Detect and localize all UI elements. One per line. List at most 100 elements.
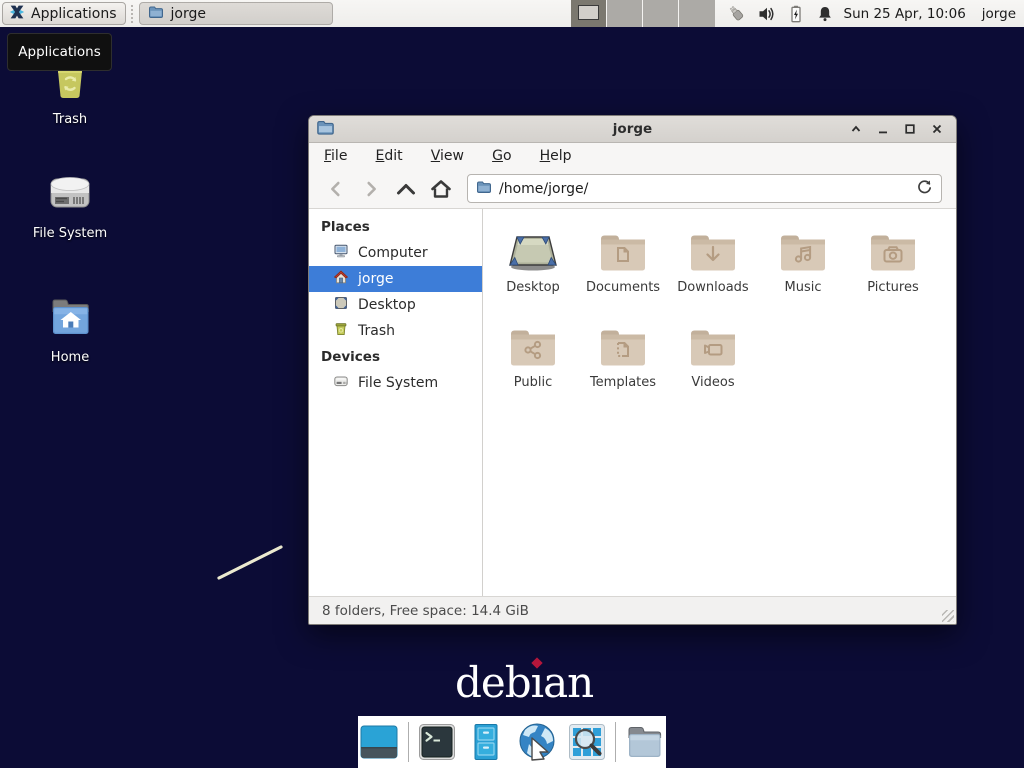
clock[interactable]: Sun 25 Apr, 10:06	[844, 6, 966, 22]
folder-downloads-icon	[689, 223, 737, 273]
file-item-templates[interactable]: Templates	[578, 314, 668, 409]
file-manager-window: jorge File Edit View Go Help	[308, 115, 957, 625]
file-item-public[interactable]: Public	[488, 314, 578, 409]
statusbar: 8 folders, Free space: 14.4 GiB	[309, 596, 956, 624]
plug-device-icon[interactable]	[727, 4, 747, 24]
file-item-videos[interactable]: Videos	[668, 314, 758, 409]
toolbar: /home/jorge/	[309, 169, 956, 209]
file-cabinet-icon	[466, 722, 506, 762]
menu-edit[interactable]: Edit	[376, 143, 403, 169]
file-label: Documents	[586, 280, 660, 295]
statusbar-text: 8 folders, Free space: 14.4 GiB	[322, 603, 529, 619]
applications-menu-button[interactable]: Applications	[2, 2, 126, 25]
app-finder-icon	[567, 722, 607, 762]
sidebar-header-devices: Devices	[309, 344, 482, 370]
home-folder-icon	[46, 296, 94, 344]
window-controls	[849, 122, 944, 136]
battery-charging-icon[interactable]	[787, 5, 805, 23]
web-browser-launcher[interactable]	[515, 720, 559, 764]
sidebar: Places Computer	[309, 209, 483, 596]
forward-button[interactable]	[358, 176, 384, 202]
file-label: Music	[785, 280, 822, 295]
file-label: Downloads	[677, 280, 748, 295]
menu-go[interactable]: Go	[492, 143, 511, 169]
sidebar-header-places: Places	[309, 214, 482, 240]
notifications-bell-icon[interactable]	[816, 5, 834, 23]
show-desktop-icon	[359, 722, 399, 762]
sidebar-item-file-system[interactable]: File System	[309, 370, 482, 396]
up-button[interactable]	[393, 176, 419, 202]
workspace-2[interactable]	[607, 0, 643, 27]
home-button[interactable]	[428, 176, 454, 202]
terminal-icon	[417, 722, 457, 762]
menu-file[interactable]: File	[324, 143, 347, 169]
desktop-icon-label: File System	[33, 226, 107, 241]
folder-music-icon	[779, 223, 827, 273]
resize-grip[interactable]	[942, 610, 954, 622]
sidebar-item-desktop[interactable]: Desktop	[309, 292, 482, 318]
computer-icon	[333, 243, 349, 263]
workspace-3[interactable]	[643, 0, 679, 27]
window-folder-icon	[316, 118, 335, 141]
file-label: Pictures	[867, 280, 918, 295]
app-finder-launcher[interactable]	[566, 720, 609, 764]
folder-templates-icon	[599, 318, 647, 368]
file-item-downloads[interactable]: Downloads	[668, 219, 758, 314]
taskbar-window-button[interactable]: jorge	[139, 2, 333, 25]
reload-icon[interactable]	[916, 178, 933, 199]
location-path[interactable]: /home/jorge/	[499, 181, 909, 197]
xfce-applications-icon	[8, 3, 26, 25]
menu-help[interactable]: Help	[540, 143, 572, 169]
titlebar[interactable]: jorge	[309, 116, 956, 143]
desktop-icon-label: Home	[51, 350, 89, 365]
folder-videos-icon	[689, 318, 737, 368]
volume-icon[interactable]	[758, 5, 776, 23]
back-button[interactable]	[323, 176, 349, 202]
desktop-icon-home[interactable]: Home	[22, 296, 118, 365]
menu-view[interactable]: View	[431, 143, 464, 169]
sidebar-item-computer[interactable]: Computer	[309, 240, 482, 266]
show-desktop-button[interactable]	[358, 720, 401, 764]
minimize-button[interactable]	[876, 122, 890, 136]
file-view[interactable]: Desktop Documents	[483, 209, 956, 596]
file-label: Videos	[691, 375, 734, 390]
sidebar-item-jorge[interactable]: jorge	[309, 266, 482, 292]
folder-shortcut[interactable]	[623, 720, 666, 764]
file-manager-launcher[interactable]	[465, 720, 508, 764]
workspace-4[interactable]	[679, 0, 715, 27]
panel-username: jorge	[982, 6, 1016, 22]
sidebar-item-trash[interactable]: Trash	[309, 318, 482, 344]
maximize-button[interactable]	[903, 122, 917, 136]
close-button[interactable]	[930, 122, 944, 136]
file-item-music[interactable]: Music	[758, 219, 848, 314]
taskbar-window-label: jorge	[171, 6, 206, 22]
shade-button[interactable]	[849, 122, 863, 136]
home-icon	[333, 269, 349, 289]
panel-handle[interactable]	[129, 5, 136, 23]
file-item-desktop[interactable]: Desktop	[488, 219, 578, 314]
dock-separator	[615, 722, 616, 762]
debian-logo: debıan	[455, 658, 593, 707]
workspace-switcher	[571, 0, 715, 27]
folder-pictures-icon	[869, 223, 917, 273]
window-content: Places Computer	[309, 209, 956, 596]
debian-logo-text: deb	[455, 658, 531, 707]
file-label: Public	[514, 375, 552, 390]
sidebar-item-label: Desktop	[358, 297, 416, 313]
workspace-1[interactable]	[571, 0, 607, 27]
desktop-scribble-line	[210, 540, 294, 588]
desktop-special-icon	[507, 223, 559, 273]
location-bar[interactable]: /home/jorge/	[467, 174, 942, 203]
sidebar-item-label: Computer	[358, 245, 428, 261]
sidebar-item-label: Trash	[358, 323, 395, 339]
terminal-launcher[interactable]	[416, 720, 459, 764]
web-browser-icon	[515, 720, 559, 764]
sidebar-item-label: jorge	[358, 271, 393, 287]
file-label: Templates	[590, 375, 656, 390]
file-label: Desktop	[506, 280, 560, 295]
desktop-icon-file-system[interactable]: File System	[22, 170, 118, 241]
desktop-icon-label: Trash	[53, 112, 87, 127]
hard-drive-icon	[46, 170, 94, 220]
file-item-pictures[interactable]: Pictures	[848, 219, 938, 314]
file-item-documents[interactable]: Documents	[578, 219, 668, 314]
